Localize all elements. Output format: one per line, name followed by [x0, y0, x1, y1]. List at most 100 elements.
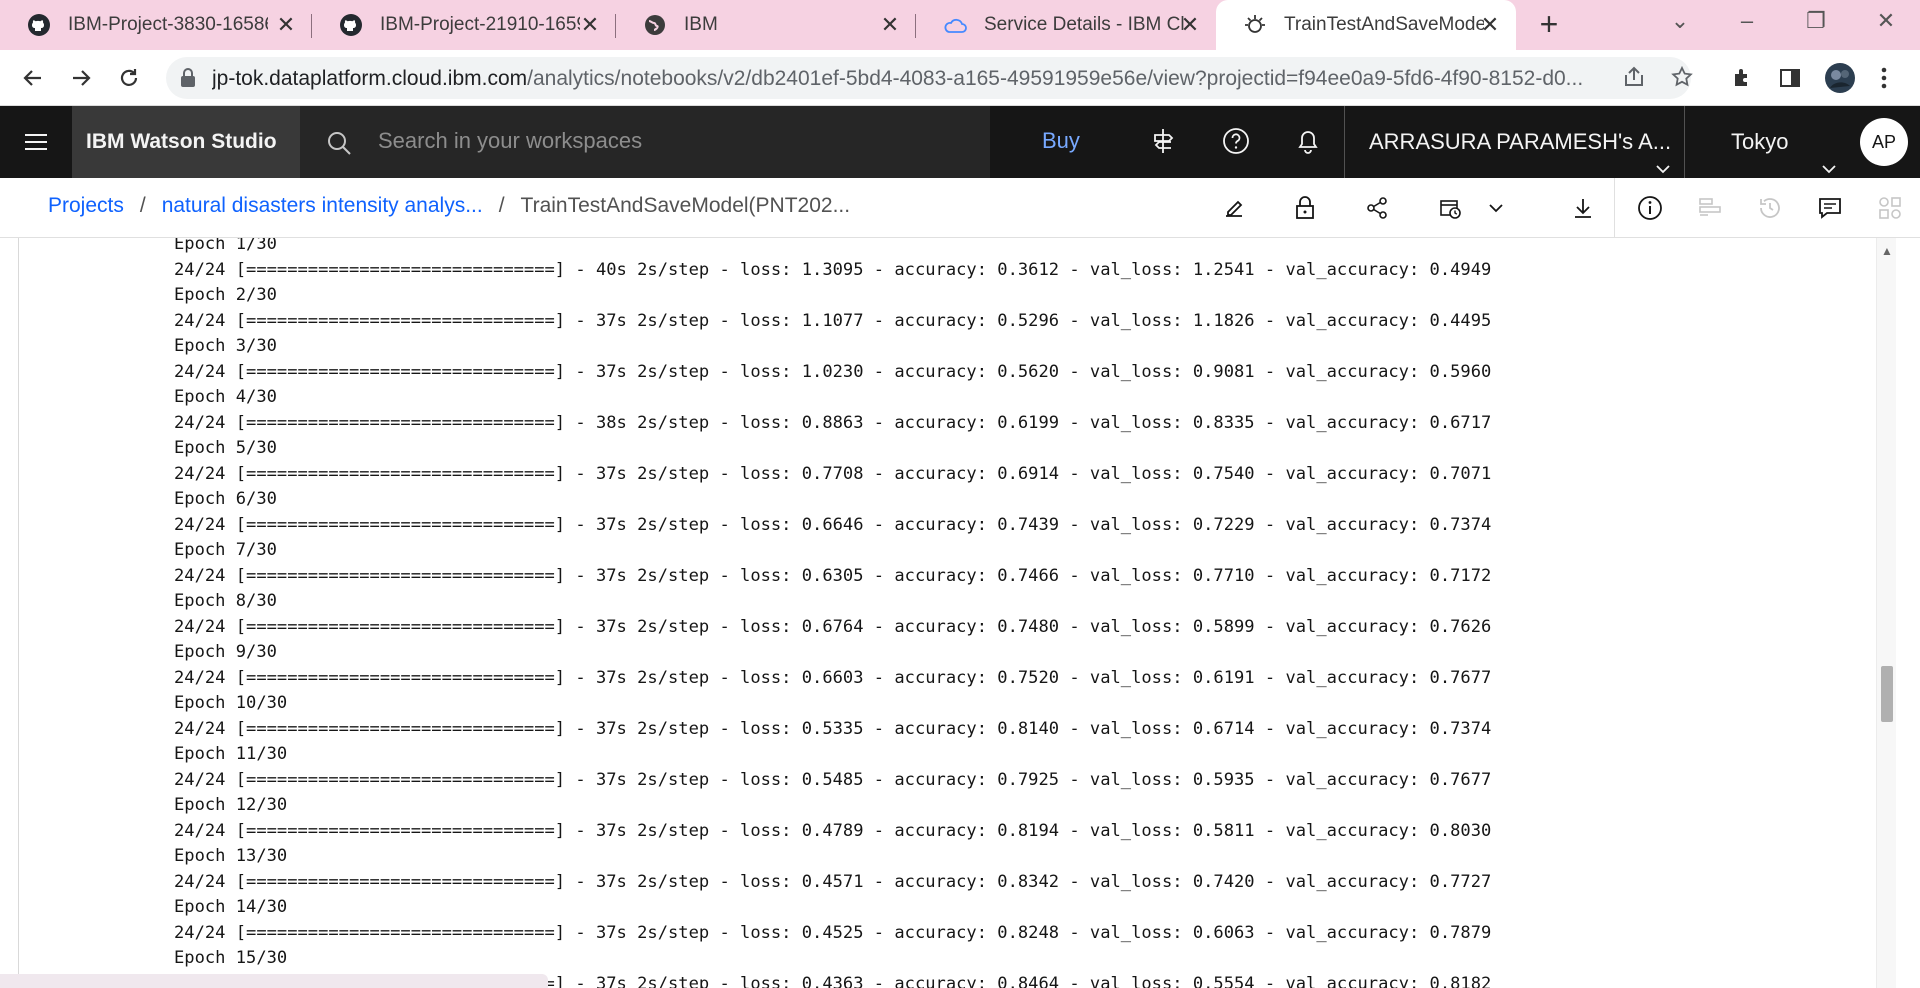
scrollbar[interactable]: ▲ — [1876, 238, 1896, 988]
account-name: ARRASURA PARAMESH's A... — [1369, 129, 1672, 154]
scroll-up-icon[interactable]: ▲ — [1881, 244, 1893, 258]
buy-link[interactable]: Buy — [1042, 128, 1080, 154]
epoch-line: Epoch 7/30 — [174, 540, 277, 560]
scrollbar-thumb[interactable] — [1881, 666, 1893, 722]
comments-icon[interactable] — [1816, 194, 1844, 222]
status-url-bubble — [0, 974, 548, 988]
schedule-job-icon[interactable] — [1436, 194, 1464, 222]
epoch-line: Epoch 14/30 — [174, 897, 288, 917]
close-icon[interactable]: ✕ — [274, 13, 298, 37]
browser-tab[interactable]: IBM ✕ — [616, 0, 916, 50]
info-icon[interactable] — [1636, 194, 1664, 222]
training-log-line: 24/24 [==============================] -… — [174, 922, 1492, 943]
browser-tab-strip: IBM-Project-3830-165864 ✕ IBM-Project-21… — [0, 0, 1920, 50]
epoch-line: Epoch 9/30 — [174, 642, 277, 662]
tab-search-icon[interactable]: ⌄ — [1660, 6, 1700, 36]
search-input[interactable]: Search in your workspaces — [378, 128, 642, 154]
browser-tab[interactable]: IBM-Project-3830-165864 ✕ — [0, 0, 312, 50]
training-log-line: 24/24 [==============================] -… — [174, 259, 1492, 280]
breadcrumb-projects[interactable]: Projects — [48, 194, 124, 217]
training-log-line: 24/24 [==============================] -… — [174, 820, 1492, 841]
close-icon[interactable]: ✕ — [578, 13, 602, 37]
tab-title: TrainTestAndSaveModel(P — [1284, 14, 1484, 35]
epoch-line: Epoch 6/30 — [174, 489, 277, 509]
epoch-line: Epoch 3/30 — [174, 336, 277, 356]
browser-tab[interactable]: IBM-Project-21910-16597 ✕ — [312, 0, 616, 50]
profile-avatar[interactable] — [1824, 62, 1856, 94]
restore-icon[interactable]: ❐ — [1796, 6, 1836, 36]
training-log-line: 24/24 [==============================] -… — [174, 871, 1492, 892]
epoch-line: Epoch 15/30 — [174, 948, 288, 968]
epoch-line: Epoch 12/30 — [174, 795, 288, 815]
forward-icon[interactable] — [66, 63, 96, 93]
cloud-icon — [942, 12, 968, 38]
breadcrumb-project[interactable]: natural disasters intensity analys... — [162, 194, 483, 217]
address-bar: jp-tok.dataplatform.cloud.ibm.com/analyt… — [0, 50, 1920, 106]
lock-icon[interactable] — [180, 68, 196, 93]
share-icon[interactable] — [1622, 65, 1644, 87]
epoch-line: Epoch 13/30 — [174, 846, 288, 866]
lock-icon[interactable] — [1291, 194, 1319, 222]
edit-pencil-icon[interactable] — [1220, 194, 1248, 222]
new-tab-button[interactable]: + — [1534, 8, 1564, 40]
back-icon[interactable] — [18, 63, 48, 93]
share-icon[interactable] — [1363, 194, 1391, 222]
github-icon — [26, 12, 52, 38]
side-panel-icon[interactable] — [1776, 64, 1804, 92]
close-icon[interactable]: ✕ — [878, 13, 902, 37]
url-host: jp-tok.dataplatform.cloud.ibm.com — [212, 67, 528, 90]
tab-title: IBM-Project-21910-16597 — [380, 14, 580, 35]
close-icon[interactable]: ✕ — [1478, 13, 1502, 37]
training-log-line: 24/24 [==============================] -… — [174, 718, 1492, 739]
region-name: Tokyo — [1731, 129, 1789, 154]
training-log-line: 24/24 [==============================] -… — [174, 310, 1492, 331]
training-log-line: 24/24 [==============================] -… — [174, 412, 1492, 433]
search-icon — [326, 130, 352, 161]
notification-bell-icon[interactable] — [1293, 126, 1323, 156]
training-log-line: 24/24 [==============================] -… — [174, 514, 1492, 535]
epoch-line: Epoch 5/30 — [174, 438, 277, 458]
cell-border — [18, 238, 19, 988]
tab-title: IBM-Project-3830-165864 — [68, 14, 268, 35]
download-icon[interactable] — [1569, 194, 1597, 222]
help-icon[interactable] — [1221, 126, 1251, 156]
epoch-line: Epoch 8/30 — [174, 591, 277, 611]
account-switcher[interactable]: ARRASURA PARAMESH's A... — [1344, 106, 1684, 178]
epoch-line: Epoch 4/30 — [174, 387, 277, 407]
hamburger-menu-icon[interactable] — [0, 106, 72, 178]
chevron-down-icon[interactable] — [1482, 194, 1510, 222]
chrome-menu-icon[interactable] — [1870, 64, 1898, 92]
window-close-icon[interactable]: ✕ — [1866, 6, 1906, 36]
training-log-line: 24/24 [==============================] -… — [174, 463, 1492, 484]
browser-tab[interactable]: Service Details - IBM Clou ✕ — [916, 0, 1216, 50]
breadcrumb-notebook: TrainTestAndSaveModel(PNT202... — [520, 194, 851, 217]
avatar[interactable]: AP — [1860, 118, 1908, 166]
version-history-icon — [1756, 194, 1784, 222]
globe-icon — [642, 12, 668, 38]
training-log-line: 24/24 [==============================] -… — [174, 616, 1492, 637]
bookmark-star-icon[interactable] — [1670, 65, 1693, 87]
github-icon — [338, 12, 364, 38]
url-field[interactable]: jp-tok.dataplatform.cloud.ibm.com/analyt… — [166, 57, 1691, 99]
workspace-search[interactable]: Search in your workspaces — [300, 106, 990, 178]
minimize-icon[interactable]: – — [1727, 6, 1767, 36]
signpost-icon[interactable] — [1148, 126, 1178, 156]
app-brand[interactable]: IBM Watson Studio — [72, 106, 300, 178]
data-assets-icon — [1876, 194, 1904, 222]
epoch-line: Epoch 11/30 — [174, 744, 288, 764]
notebook-toolbar: Projects / natural disasters intensity ana… — [0, 178, 1920, 238]
cell-output: Epoch 1/30 24/24 [=======================… — [174, 238, 1491, 988]
region-switcher[interactable]: Tokyo — [1684, 106, 1846, 178]
breadcrumb: Projects / natural disasters intensity ana… — [48, 194, 851, 217]
reload-icon[interactable] — [114, 63, 144, 93]
extensions-icon[interactable] — [1729, 64, 1757, 92]
toolbar-divider — [1614, 178, 1615, 238]
url-path: /analytics/notebooks/v2/db2401ef-5bd4-40… — [527, 67, 1584, 90]
training-log-line: 24/24 [==============================] -… — [174, 361, 1492, 382]
browser-tab-active[interactable]: TrainTestAndSaveModel(P ✕ — [1216, 0, 1516, 50]
tab-title: IBM — [684, 14, 718, 35]
notebook-content: Epoch 1/30 24/24 [=======================… — [0, 238, 1920, 988]
epoch-line: Epoch 2/30 — [174, 285, 277, 305]
close-icon[interactable]: ✕ — [1178, 13, 1202, 37]
training-log-line: 24/24 [==============================] -… — [174, 565, 1492, 586]
